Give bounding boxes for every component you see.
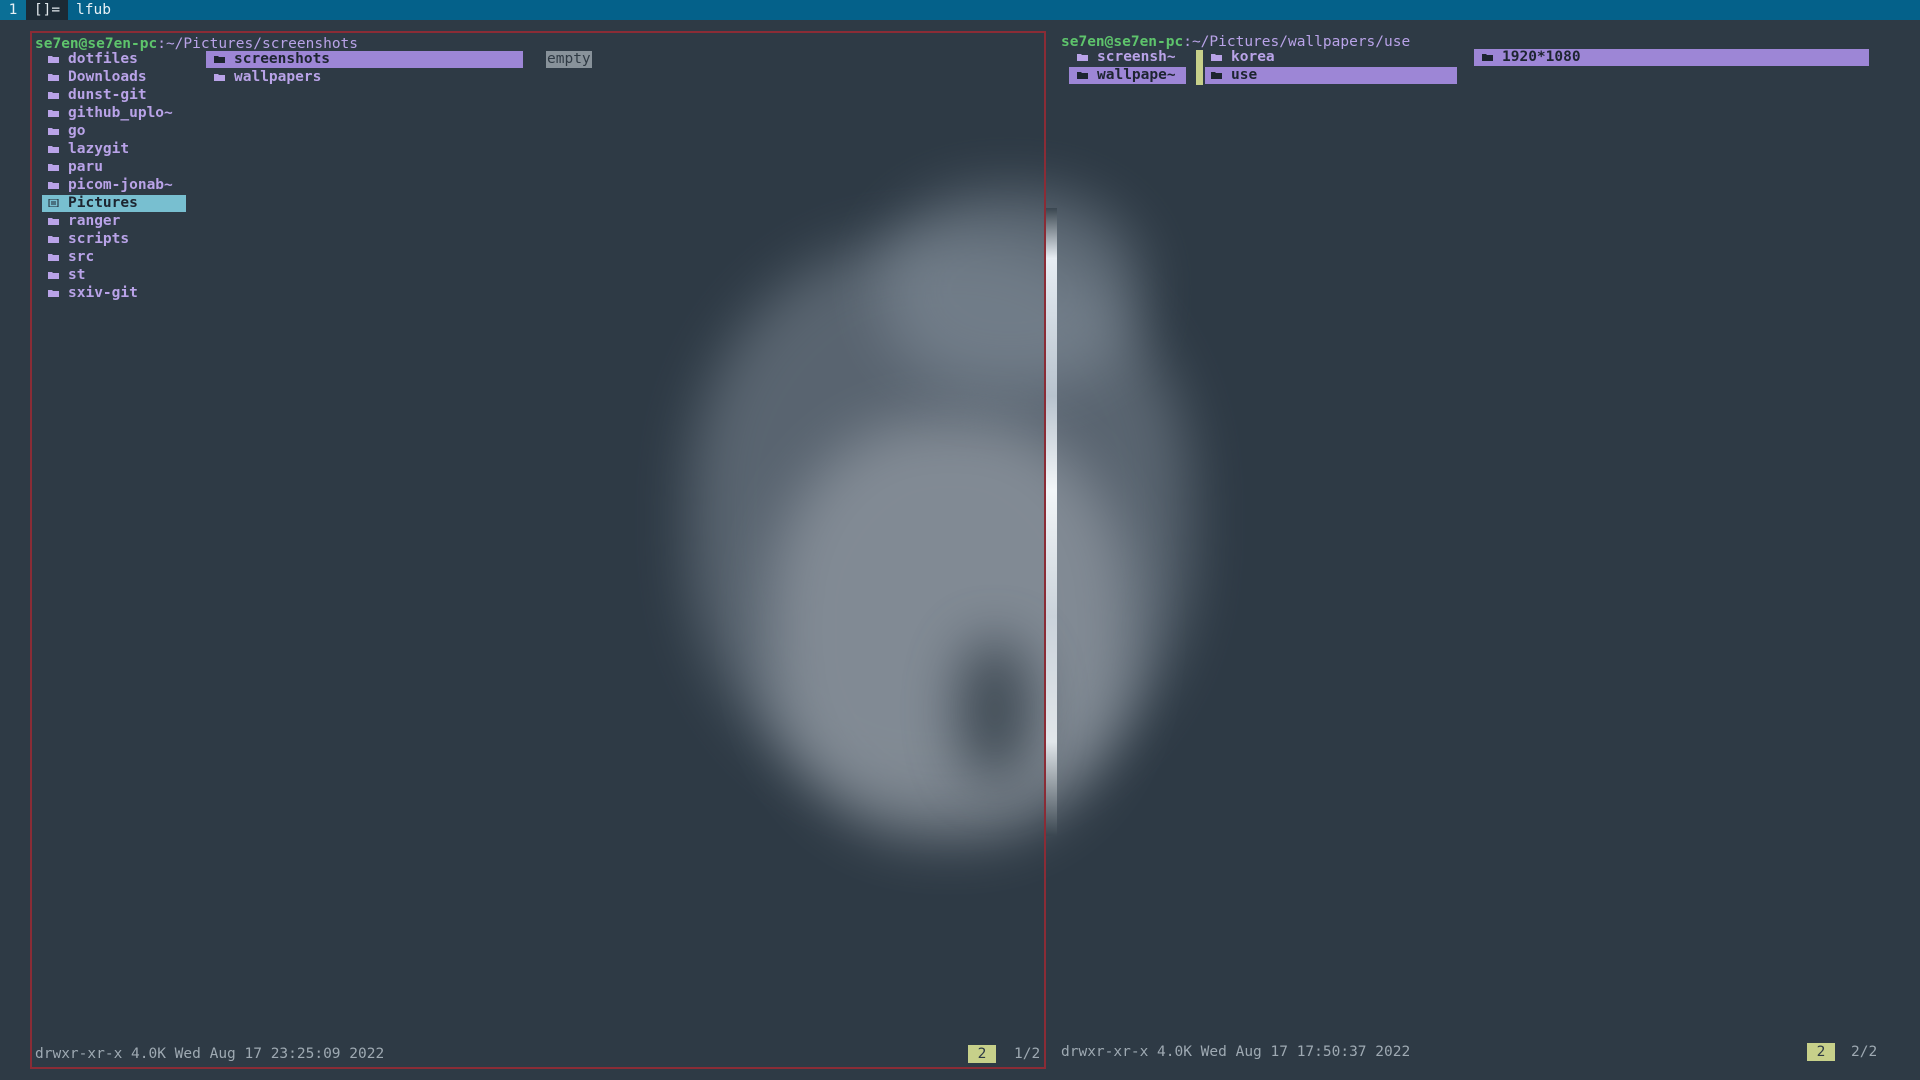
folder-icon <box>214 55 225 63</box>
parent-item-label: Pictures <box>68 195 138 211</box>
parent-item-go[interactable]: go <box>48 123 85 140</box>
path-label: :~/Pictures/wallpapers/use <box>1183 34 1411 50</box>
parent-item-label: Downloads <box>68 69 147 85</box>
parent-item-dunst-git[interactable]: dunst-git <box>48 87 147 104</box>
count-badge: 2 <box>968 1045 996 1063</box>
status-line: drwxr-xr-x 4.0K Wed Aug 17 23:25:09 2022 <box>35 1046 385 1062</box>
parent-item-label: picom-jonab~ <box>68 177 173 193</box>
folder-icon <box>48 55 59 63</box>
current-item-label: wallpapers <box>234 69 322 85</box>
folder-icon <box>48 145 59 153</box>
current-item-label: screenshots <box>234 51 331 67</box>
folder-icon <box>214 73 225 81</box>
parent-item-label: st <box>68 267 86 283</box>
parent-item-downloads[interactable]: Downloads <box>48 69 147 86</box>
folder-icon <box>48 253 59 261</box>
folder-icon <box>48 163 59 171</box>
folder-open-icon <box>48 199 59 207</box>
count-badge: 2 <box>1807 1043 1835 1061</box>
current-item-korea[interactable]: korea <box>1211 49 1275 66</box>
lf-window-left[interactable]: se7en@se7en-pc:~/Pictures/screenshots do… <box>30 31 1046 1069</box>
parent-item-paru[interactable]: paru <box>48 159 103 176</box>
current-item-screenshots[interactable]: screenshots <box>206 51 523 68</box>
parent-item-lazygit[interactable]: lazygit <box>48 141 129 158</box>
host-label: se7en@se7en-pc <box>1061 34 1184 50</box>
parent-item-dotfiles[interactable]: dotfiles <box>48 51 138 68</box>
current-item-label: use <box>1231 67 1258 83</box>
path-label: :~/Pictures/screenshots <box>157 36 359 52</box>
current-item-label: korea <box>1231 49 1275 65</box>
status-line: drwxr-xr-x 4.0K Wed Aug 17 17:50:37 2022 <box>1061 1044 1411 1060</box>
folder-icon <box>48 271 59 279</box>
preview-item-1920[interactable]: 1920*1080 <box>1474 49 1869 66</box>
folder-icon <box>48 235 59 243</box>
folder-icon <box>48 109 59 117</box>
parent-item-label: sxiv-git <box>68 285 138 301</box>
parent-item-st[interactable]: st <box>48 267 85 284</box>
position-indicator: 2/2 <box>1851 1044 1878 1060</box>
parent-item-label: screensh~ <box>1097 49 1176 65</box>
parent-item-label: wallpape~ <box>1097 67 1176 83</box>
parent-item-ranger[interactable]: ranger <box>48 213 120 230</box>
parent-item-scripts[interactable]: scripts <box>48 231 129 248</box>
folder-icon <box>1211 71 1222 79</box>
parent-item-label: ranger <box>68 213 121 229</box>
parent-item-label: lazygit <box>68 141 130 157</box>
parent-item-label: src <box>68 249 95 265</box>
parent-item-label: paru <box>68 159 103 175</box>
parent-item-label: go <box>68 123 86 139</box>
preview-item-label: 1920*1080 <box>1502 49 1581 65</box>
host-label: se7en@se7en-pc <box>35 36 158 52</box>
parent-item-wallpapers[interactable]: wallpape~ <box>1069 67 1186 84</box>
lf-window-right[interactable]: se7en@se7en-pc:~/Pictures/wallpapers/use… <box>1059 31 1885 1069</box>
parent-item-pictures[interactable]: Pictures <box>42 195 186 212</box>
parent-item-github[interactable]: github_uplo~ <box>48 105 173 122</box>
workspace-tag-1[interactable]: 1 <box>0 0 26 20</box>
layout-indicator[interactable]: []= <box>26 0 68 20</box>
image-preview-strip <box>1046 208 1057 836</box>
parent-item-src[interactable]: src <box>48 249 94 266</box>
parent-item-sxiv-git[interactable]: sxiv-git <box>48 285 138 302</box>
parent-item-label: dotfiles <box>68 51 138 67</box>
parent-item-label: github_uplo~ <box>68 105 173 121</box>
current-item-use[interactable]: use <box>1205 67 1457 84</box>
preview-empty-label: empty <box>546 51 592 68</box>
folder-icon <box>1077 71 1088 79</box>
selection-marker <box>1196 50 1203 85</box>
folder-icon <box>48 289 59 297</box>
folder-icon <box>1482 53 1493 61</box>
parent-item-label: dunst-git <box>68 87 147 103</box>
folder-icon <box>1211 53 1222 61</box>
parent-item-screenshots[interactable]: screensh~ <box>1077 49 1176 66</box>
folder-icon <box>48 91 59 99</box>
folder-icon <box>48 217 59 225</box>
window-title: lfub <box>76 2 111 18</box>
folder-icon <box>48 73 59 81</box>
position-indicator: 1/2 <box>1014 1046 1041 1062</box>
folder-icon <box>48 127 59 135</box>
top-bar: 1 []= lfub <box>0 0 1920 20</box>
current-item-wallpapers[interactable]: wallpapers <box>214 69 321 86</box>
folder-icon <box>48 181 59 189</box>
parent-item-picom[interactable]: picom-jonab~ <box>48 177 173 194</box>
folder-icon <box>1077 53 1088 61</box>
parent-item-label: scripts <box>68 231 130 247</box>
